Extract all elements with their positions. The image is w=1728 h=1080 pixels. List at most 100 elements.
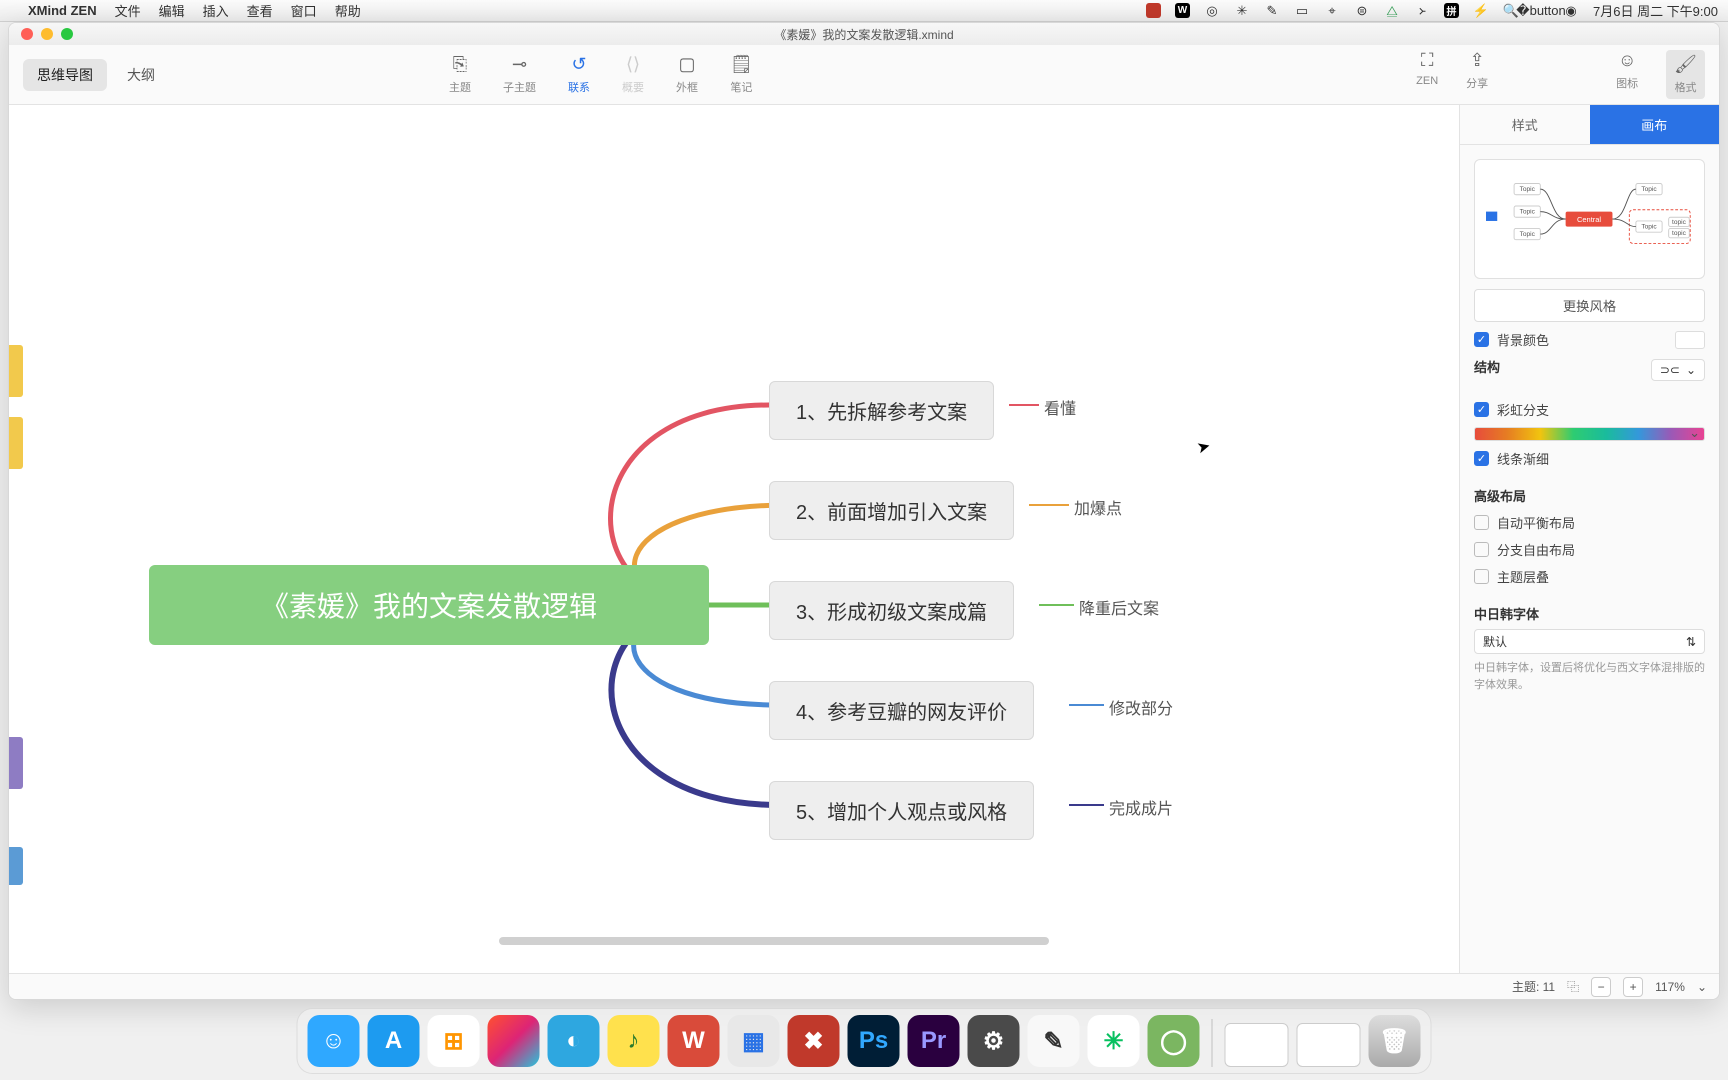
status-icon[interactable]: ⧋ (1384, 3, 1400, 19)
panel-tab-style[interactable]: 样式 (1460, 105, 1590, 145)
siri-icon[interactable]: ◉ (1563, 3, 1579, 19)
topic-layer-checkbox[interactable] (1474, 569, 1489, 584)
subtopic-icon: ⊸ (512, 54, 527, 75)
dock-app[interactable]: ◯ (1148, 1015, 1200, 1067)
svg-text:topic: topic (1673, 219, 1688, 226)
control-center-icon[interactable]: �button (1533, 3, 1549, 19)
display-icon[interactable]: ▭ (1294, 3, 1310, 19)
bg-color-checkbox[interactable]: ✓ (1474, 332, 1489, 347)
menu-window[interactable]: 窗口 (291, 1, 317, 20)
dock-app[interactable]: ✎ (1028, 1015, 1080, 1067)
dock-app[interactable]: ♪ (608, 1015, 660, 1067)
tool-relation[interactable]: ↺联系 (568, 54, 590, 95)
wechat-icon[interactable]: ✳ (1234, 3, 1250, 19)
zoom-value[interactable]: 117% (1655, 980, 1685, 994)
central-topic[interactable]: 《素媛》我的文案发散逻辑 (149, 565, 709, 645)
style-preview[interactable]: Central Topic Topic Topic Topic Topic to… (1474, 159, 1705, 279)
edge-tab[interactable] (9, 737, 23, 789)
minimize-button[interactable] (41, 28, 53, 40)
status-icon[interactable]: ✎ (1264, 3, 1280, 19)
rainbow-checkbox[interactable]: ✓ (1474, 402, 1489, 417)
dock-app[interactable]: ▦ (728, 1015, 780, 1067)
subtopic[interactable]: 加爆点 (1074, 495, 1122, 519)
dock-app[interactable]: W (668, 1015, 720, 1067)
topic-node[interactable]: 4、参考豆瓣的网友评价 (769, 681, 1034, 740)
dock-app[interactable] (488, 1015, 540, 1067)
tool-icons[interactable]: ☺图标 (1616, 50, 1638, 99)
zoom-in-button[interactable]: + (1623, 977, 1643, 997)
menu-help[interactable]: 帮助 (335, 1, 361, 20)
tool-subtopic[interactable]: ⊸子主题 (503, 54, 536, 95)
dock-app[interactable]: ✖ (788, 1015, 840, 1067)
auto-balance-checkbox[interactable] (1474, 515, 1489, 530)
dock-app[interactable]: ⚙ (968, 1015, 1020, 1067)
close-button[interactable] (21, 28, 33, 40)
zoom-out-button[interactable]: − (1591, 977, 1611, 997)
cjk-label: 中日韩字体 (1474, 604, 1705, 623)
tab-outline[interactable]: 大纲 (113, 59, 169, 91)
svg-text:Topic: Topic (1642, 223, 1658, 230)
h-scrollbar[interactable] (499, 937, 1049, 945)
tool-format[interactable]: 🖌格式 (1666, 50, 1705, 99)
status-icon[interactable]: ◎ (1204, 3, 1220, 19)
topic-node[interactable]: 3、形成初级文案成篇 (769, 581, 1014, 640)
topic-icon: ⎘ (453, 54, 467, 75)
topic-node[interactable]: 1、先拆解参考文案 (769, 381, 994, 440)
subtopic[interactable]: 降重后文案 (1079, 595, 1159, 619)
canvas[interactable]: 《素媛》我的文案发散逻辑 1、先拆解参考文案 看懂 2、前面增加引入文案 加爆点… (9, 105, 1459, 973)
topic-node[interactable]: 2、前面增加引入文案 (769, 481, 1014, 540)
menu-view[interactable]: 查看 (247, 1, 273, 20)
subtopic[interactable]: 看懂 (1044, 395, 1076, 419)
dock-app[interactable]: ⊞ (428, 1015, 480, 1067)
dock-app[interactable]: A (368, 1015, 420, 1067)
trash-icon[interactable]: 🗑 (1369, 1015, 1421, 1067)
dock-app[interactable]: ✳ (1088, 1015, 1140, 1067)
edge-tab[interactable] (9, 847, 23, 885)
map-icon[interactable]: ⿻ (1567, 978, 1579, 995)
status-icon[interactable]: ⌖ (1324, 3, 1340, 19)
dock-app[interactable]: ☺ (308, 1015, 360, 1067)
tool-note[interactable]: 🗒笔记 (730, 54, 753, 95)
structure-label: 结构 (1474, 357, 1500, 376)
taper-checkbox[interactable]: ✓ (1474, 451, 1489, 466)
zoom-dropdown-icon[interactable]: ⌄ (1697, 980, 1707, 994)
free-branch-checkbox[interactable] (1474, 542, 1489, 557)
tab-mindmap[interactable]: 思维导图 (23, 59, 107, 91)
subtopic[interactable]: 修改部分 (1109, 695, 1173, 719)
bg-color-swatch[interactable] (1675, 331, 1705, 349)
change-style-button[interactable]: 更换风格 (1474, 289, 1705, 322)
maximize-button[interactable] (61, 28, 73, 40)
input-method-icon[interactable]: 拼 (1444, 3, 1459, 18)
status-icon[interactable] (1146, 3, 1161, 18)
app-name[interactable]: XMind ZEN (28, 3, 97, 18)
structure-select[interactable]: ⊃⊂ ⌄ (1651, 359, 1705, 381)
share-icon: ⇪ (1470, 50, 1485, 71)
dock-minimized-window[interactable] (1297, 1023, 1361, 1067)
dock-app[interactable]: ◐ (548, 1015, 600, 1067)
status-icon[interactable]: W (1175, 3, 1190, 18)
titlebar: 《素媛》我的文案发散逻辑.xmind (9, 23, 1719, 45)
topic-node[interactable]: 5、增加个人观点或风格 (769, 781, 1034, 840)
menu-insert[interactable]: 插入 (203, 1, 229, 20)
tool-share[interactable]: ⇪分享 (1466, 50, 1488, 99)
dock-app[interactable]: Pr (908, 1015, 960, 1067)
subtopic[interactable]: 完成成片 (1109, 795, 1173, 819)
edge-tab[interactable] (9, 345, 23, 397)
tool-summary[interactable]: ⟨⟩概要 (622, 54, 644, 95)
edge-tab[interactable] (9, 417, 23, 469)
dock-minimized-window[interactable] (1225, 1023, 1289, 1067)
cjk-select[interactable]: 默认⇅ (1474, 629, 1705, 654)
panel-tab-canvas[interactable]: 画布 (1590, 105, 1720, 145)
dock-app[interactable]: Ps (848, 1015, 900, 1067)
tool-zen[interactable]: ⛶ZEN (1416, 50, 1438, 99)
rainbow-picker[interactable] (1474, 427, 1705, 441)
battery-icon[interactable]: ⚡ (1473, 3, 1489, 19)
status-icon[interactable]: ⊜ (1354, 3, 1370, 19)
svg-text:Central: Central (1577, 215, 1601, 224)
tool-boundary[interactable]: ▢外框 (676, 54, 698, 95)
menu-edit[interactable]: 编辑 (159, 1, 185, 20)
tool-topic[interactable]: ⎘主题 (449, 54, 471, 95)
bluetooth-icon[interactable]: ᚛ (1414, 3, 1430, 19)
clock[interactable]: 7月6日 周二 下午9:00 (1593, 1, 1718, 20)
menu-file[interactable]: 文件 (115, 1, 141, 20)
